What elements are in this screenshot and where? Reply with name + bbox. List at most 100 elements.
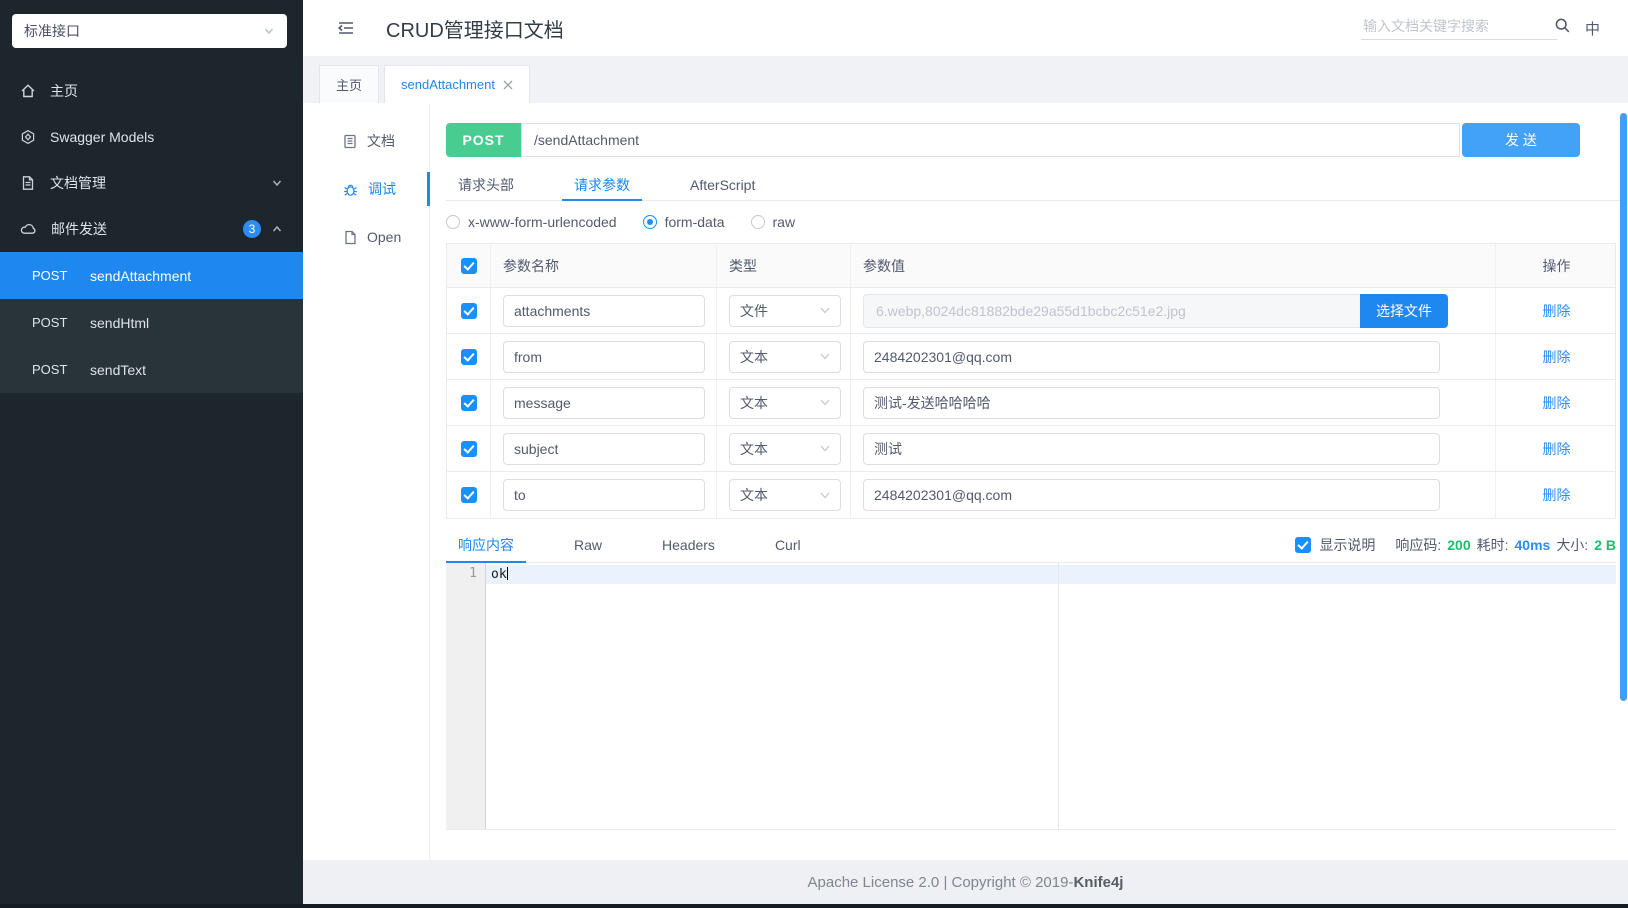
editor-code-area[interactable]: ok	[486, 563, 1616, 829]
side-nav-label: 文档	[367, 133, 395, 149]
radio-label: form-data	[664, 214, 725, 230]
side-nav-open[interactable]: Open	[303, 213, 429, 261]
language-toggle[interactable]: 中	[1585, 18, 1600, 39]
method-badge: POST	[446, 123, 521, 157]
param-type-select[interactable]: 文本	[729, 432, 841, 465]
delete-row-link[interactable]: 删除	[1543, 347, 1571, 367]
show-description-label: 显示说明	[1319, 536, 1376, 553]
side-nav-label: 调试	[368, 181, 396, 197]
method-label: POST	[32, 268, 68, 283]
delete-row-link[interactable]: 删除	[1543, 393, 1571, 413]
param-name-input[interactable]	[503, 432, 705, 465]
tab-response-body[interactable]: 响应内容	[446, 527, 526, 563]
chevron-down-icon	[820, 307, 830, 314]
content: 文档 调试 Open POST /sendAttachment 发 送 请求头部…	[303, 103, 1628, 860]
tab-request-params[interactable]: 请求参数	[562, 169, 642, 201]
sidebar-item-doc-manage[interactable]: 文档管理	[0, 160, 303, 206]
size-value: 2 B	[1594, 536, 1616, 553]
topbar: CRUD管理接口文档 中	[303, 0, 1628, 56]
tab-sendattachment[interactable]: sendAttachment	[384, 65, 530, 103]
request-url-input[interactable]	[521, 123, 1460, 157]
editor-content: ok	[491, 567, 507, 582]
sidebar-item-label: 文档管理	[50, 175, 106, 191]
elapsed-value: 40ms	[1514, 536, 1551, 553]
collapse-menu-icon[interactable]	[336, 18, 356, 38]
param-name-input[interactable]	[503, 294, 705, 327]
param-type-select[interactable]: 文件	[729, 294, 841, 327]
param-name-input[interactable]	[503, 340, 705, 373]
radio-form-data[interactable]: form-data	[642, 214, 725, 230]
tab-label: sendAttachment	[401, 77, 495, 92]
vertical-scrollbar-thumb[interactable]	[1620, 113, 1627, 701]
table-row: 文本 删除	[447, 334, 1615, 380]
size-label: 大小:	[1556, 536, 1589, 553]
delete-row-link[interactable]: 删除	[1543, 485, 1571, 505]
choose-file-button[interactable]: 选择文件	[1360, 293, 1448, 328]
tab-response-curl[interactable]: Curl	[763, 527, 813, 562]
param-type-value: 文本	[740, 348, 768, 365]
sidebar-item-sendattachment[interactable]: POST sendAttachment	[0, 252, 303, 299]
radio-icon	[750, 215, 765, 229]
mail-cloud-icon	[20, 221, 37, 237]
row-checkbox[interactable]	[460, 348, 477, 365]
response-editor[interactable]: 1 ok	[446, 563, 1616, 830]
tab-afterscript[interactable]: AfterScript	[678, 169, 767, 200]
col-header-type: 类型	[717, 244, 851, 287]
radio-raw[interactable]: raw	[750, 214, 796, 230]
close-icon[interactable]	[503, 80, 513, 90]
app: 标准接口 主页 Swagger Models 文档管理 邮件发送 3 POST …	[0, 0, 1628, 904]
tab-label: 主页	[336, 78, 363, 93]
radio-label: raw	[772, 214, 796, 230]
delete-row-link[interactable]: 删除	[1543, 301, 1571, 321]
show-description-checkbox[interactable]	[1295, 536, 1312, 553]
sidebar-item-sendhtml[interactable]: POST sendHtml	[0, 299, 303, 346]
param-type-select[interactable]: 文本	[729, 386, 841, 419]
api-group-select[interactable]: 标准接口	[12, 14, 287, 48]
tab-request-headers[interactable]: 请求头部	[446, 169, 526, 200]
sidebar-item-swagger-models[interactable]: Swagger Models	[0, 114, 303, 160]
bug-icon	[343, 182, 358, 197]
delete-row-link[interactable]: 删除	[1543, 439, 1571, 459]
page-title: CRUD管理接口文档	[386, 19, 564, 42]
sidebar-item-home[interactable]: 主页	[0, 68, 303, 114]
tab-response-headers[interactable]: Headers	[650, 527, 727, 562]
param-value-input[interactable]	[863, 340, 1440, 373]
status-code-label: 响应码:	[1395, 536, 1442, 553]
text-cursor	[506, 567, 508, 580]
radio-x-www-form-urlencoded[interactable]: x-www-form-urlencoded	[446, 214, 617, 230]
doc-search-input[interactable]	[1360, 16, 1546, 35]
tab-response-raw[interactable]: Raw	[562, 527, 614, 562]
param-value-input[interactable]	[863, 432, 1440, 465]
send-button[interactable]: 发 送	[1462, 123, 1580, 157]
param-name-input[interactable]	[503, 386, 705, 419]
sidebar-item-mail-send[interactable]: 邮件发送 3	[0, 206, 303, 252]
row-checkbox[interactable]	[460, 487, 477, 503]
tab-home[interactable]: 主页	[319, 65, 380, 103]
body-type-options: x-www-form-urlencoded form-data raw	[446, 201, 1628, 243]
select-all-checkbox[interactable]	[460, 257, 477, 274]
row-checkbox[interactable]	[460, 302, 477, 319]
request-bar: POST 发 送	[446, 123, 1580, 157]
row-checkbox[interactable]	[460, 394, 477, 411]
row-checkbox[interactable]	[460, 440, 477, 457]
search-icon[interactable]	[1554, 17, 1571, 34]
params-table-header: 参数名称 类型 参数值 操作	[447, 244, 1615, 288]
param-name-input[interactable]	[503, 479, 705, 511]
param-type-value: 文本	[740, 487, 768, 503]
footer-license-text: Apache License 2.0 | Copyright © 2019-	[807, 873, 1074, 891]
param-type-select[interactable]: 文本	[729, 479, 841, 511]
doc-manage-icon	[20, 175, 36, 191]
file-icon	[343, 230, 357, 245]
param-value-input[interactable]	[863, 386, 1440, 419]
param-type-value: 文件	[740, 302, 768, 319]
editor-gutter: 1	[446, 563, 486, 829]
side-nav-doc[interactable]: 文档	[303, 117, 429, 165]
home-icon	[20, 83, 36, 99]
sidebar-item-sendtext[interactable]: POST sendText	[0, 346, 303, 393]
chevron-down-icon	[820, 445, 830, 452]
param-type-select[interactable]: 文本	[729, 340, 841, 373]
side-nav-debug[interactable]: 调试	[303, 165, 430, 213]
file-upload-group: 选择文件	[863, 293, 1448, 328]
sidebar-item-label: 主页	[50, 83, 78, 99]
param-value-input[interactable]	[863, 479, 1440, 511]
